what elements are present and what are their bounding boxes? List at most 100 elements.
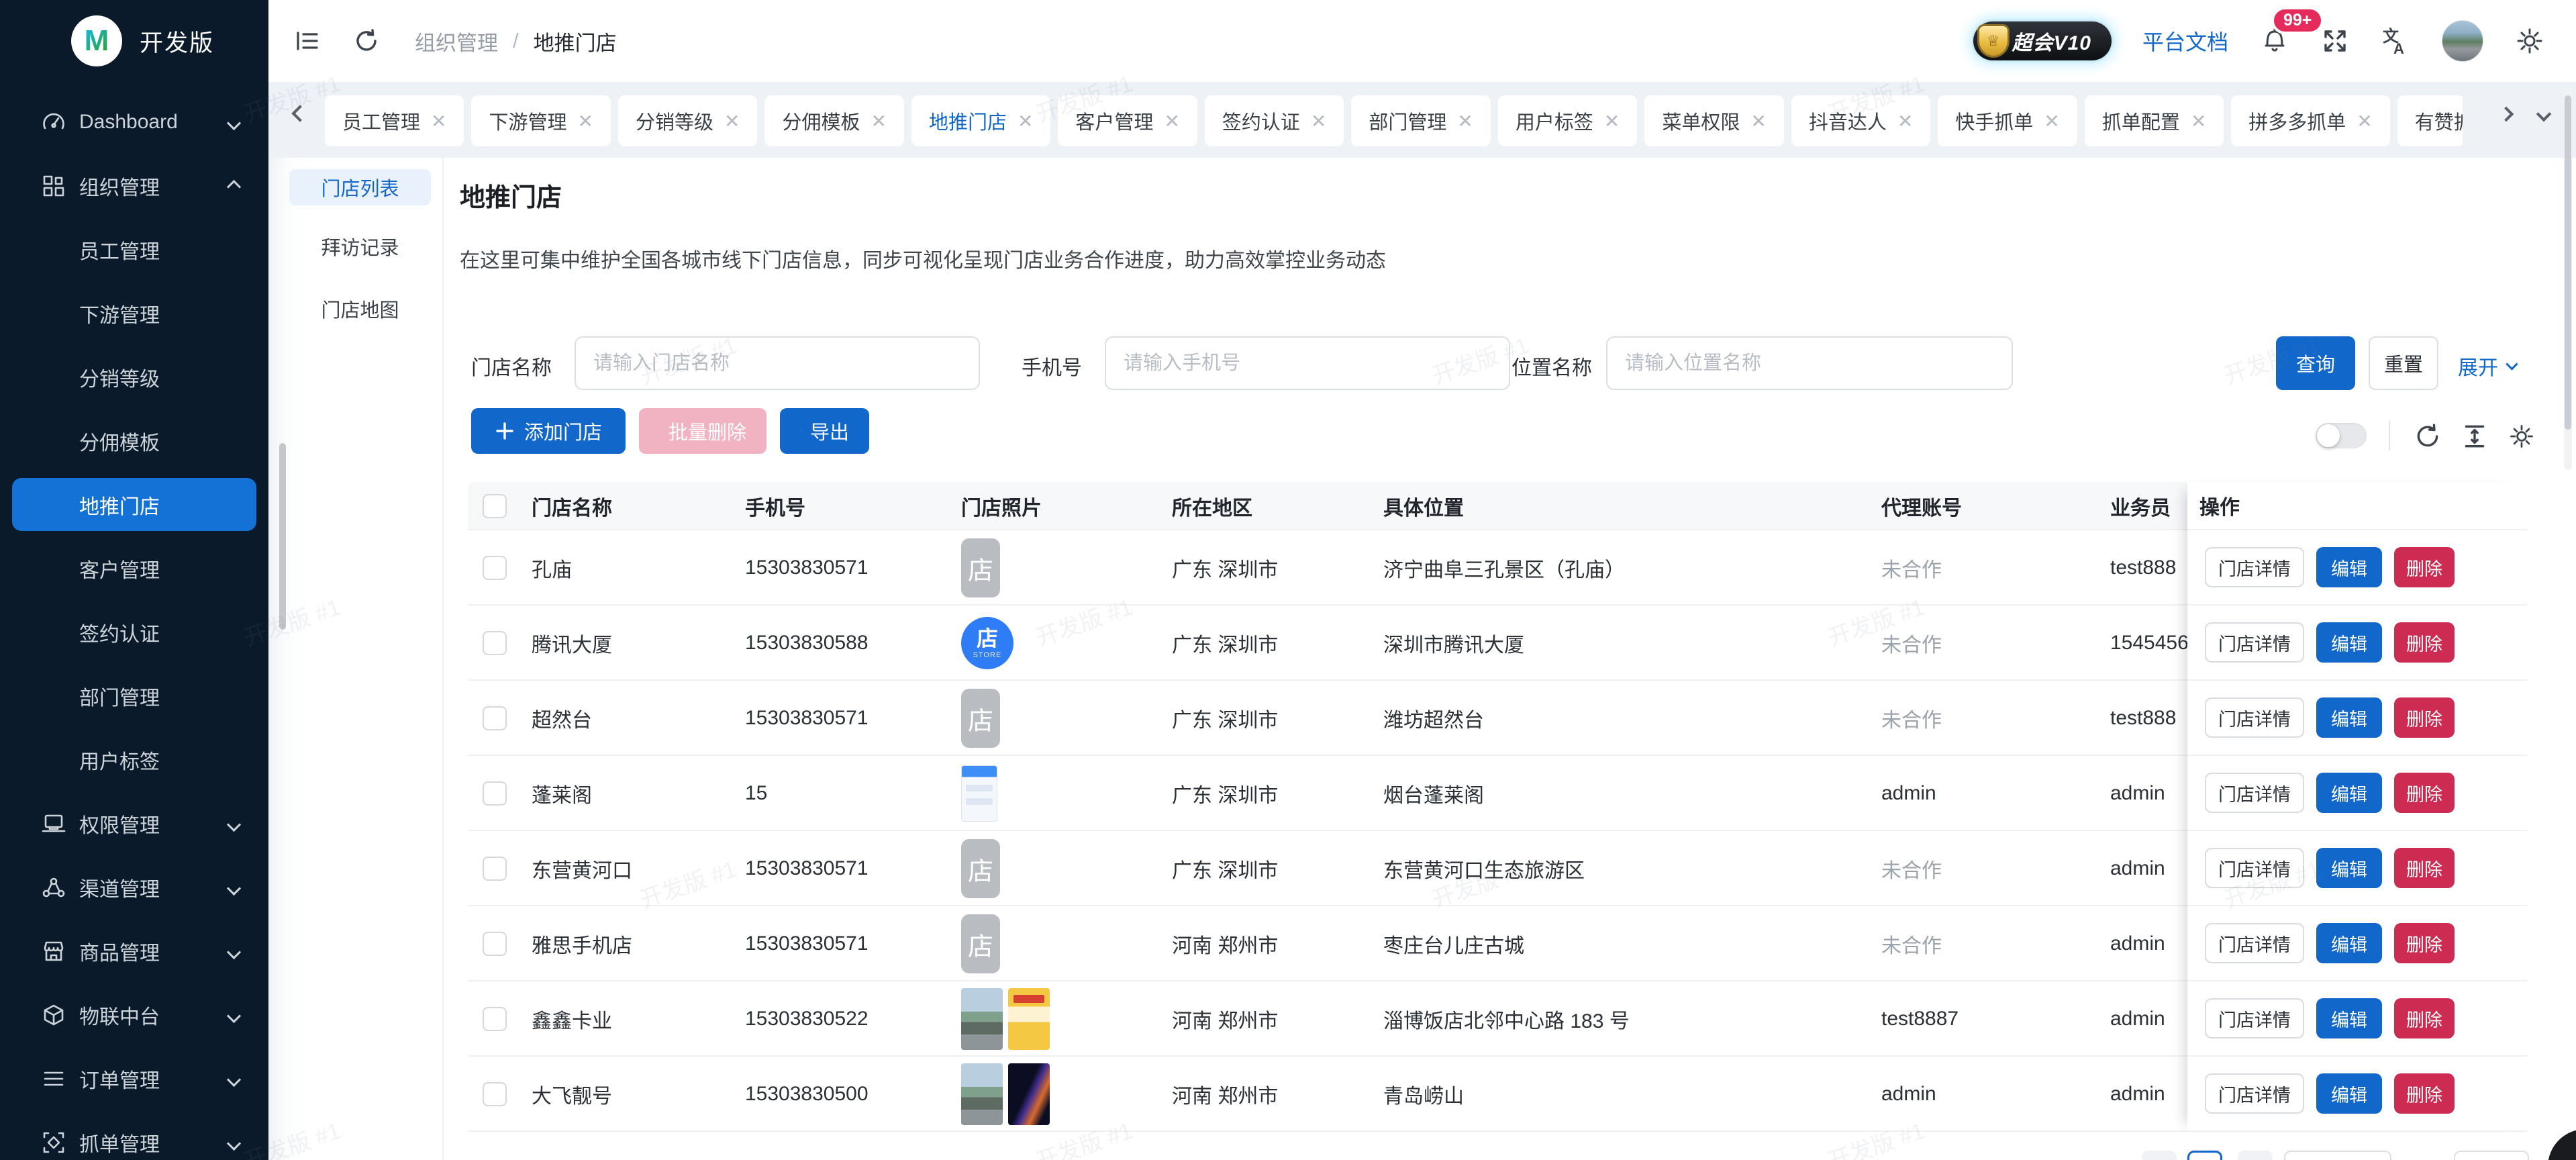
- location-name-input[interactable]: [1606, 336, 2013, 390]
- tab-有赞抓[interactable]: 有赞抓: [2397, 95, 2463, 146]
- sidebar-item-客户管理[interactable]: 客户管理: [0, 536, 268, 600]
- fullscreen-icon[interactable]: [2321, 27, 2349, 55]
- edit-button[interactable]: 编辑: [2316, 622, 2382, 663]
- tab-部门管理[interactable]: 部门管理✕: [1351, 95, 1490, 146]
- tab-close-icon[interactable]: ✕: [1457, 110, 1473, 132]
- tab-抓单配置[interactable]: 抓单配置✕: [2085, 95, 2224, 146]
- sidebar-item-签约认证[interactable]: 签约认证: [0, 600, 268, 664]
- tab-地推门店[interactable]: 地推门店✕: [911, 95, 1050, 146]
- sidebar-item-员工管理[interactable]: 员工管理: [0, 218, 268, 281]
- row-checkbox[interactable]: [483, 606, 507, 681]
- tab-close-icon[interactable]: ✕: [578, 110, 593, 132]
- sidebar-item-抓单管理[interactable]: 抓单管理: [0, 1110, 268, 1160]
- row-checkbox[interactable]: [483, 530, 507, 606]
- sidebar-item-地推门店[interactable]: 地推门店: [0, 473, 268, 536]
- edit-button[interactable]: 编辑: [2316, 1073, 2382, 1114]
- sub-sidebar-scrollbar[interactable]: [279, 443, 286, 630]
- pagination-prev-button[interactable]: [2142, 1151, 2177, 1160]
- tabs-scroll-left-icon[interactable]: [294, 107, 306, 123]
- tabs-dropdown-icon[interactable]: [2538, 109, 2549, 123]
- pagination-page-size-select[interactable]: 10 条/页: [2284, 1151, 2391, 1160]
- row-checkbox[interactable]: [483, 831, 507, 906]
- row-checkbox[interactable]: [483, 756, 507, 831]
- pagination-page-1[interactable]: 1: [2187, 1151, 2222, 1160]
- delete-button[interactable]: 删除: [2394, 998, 2455, 1038]
- edit-button[interactable]: 编辑: [2316, 998, 2382, 1038]
- delete-button[interactable]: 删除: [2394, 1073, 2455, 1114]
- page-scrollbar[interactable]: [2564, 87, 2572, 470]
- tab-用户标签[interactable]: 用户标签✕: [1498, 95, 1637, 146]
- store-photo-road[interactable]: [961, 988, 1003, 1050]
- notification-bell[interactable]: 99+: [2259, 24, 2290, 58]
- row-checkbox[interactable]: [483, 1057, 507, 1132]
- tab-close-icon[interactable]: ✕: [2357, 110, 2372, 132]
- sidebar-item-下游管理[interactable]: 下游管理: [0, 281, 268, 345]
- sidebar-item-组织管理[interactable]: 组织管理: [0, 154, 268, 218]
- submenu-item-拜访记录[interactable]: 拜访记录: [289, 228, 431, 264]
- search-button[interactable]: 查询: [2276, 336, 2355, 390]
- delete-button[interactable]: 删除: [2394, 697, 2455, 738]
- sidebar-item-Dashboard[interactable]: Dashboard: [0, 90, 268, 154]
- tab-菜单权限[interactable]: 菜单权限✕: [1644, 95, 1783, 146]
- select-all-checkbox[interactable]: [483, 482, 507, 530]
- row-height-icon[interactable]: [2461, 422, 2489, 454]
- sidebar-item-用户标签[interactable]: 用户标签: [0, 728, 268, 791]
- menu-fold-icon[interactable]: [294, 28, 321, 54]
- tab-分佣模板[interactable]: 分佣模板✕: [764, 95, 903, 146]
- table-refresh-icon[interactable]: [2414, 422, 2442, 454]
- edit-button[interactable]: 编辑: [2316, 773, 2382, 813]
- pagination-jump-input[interactable]: [2454, 1151, 2529, 1160]
- store-photo-flyer[interactable]: [1008, 988, 1050, 1050]
- store-name-input[interactable]: [575, 336, 980, 390]
- tab-close-icon[interactable]: ✕: [724, 110, 740, 132]
- logo[interactable]: M 开发版: [0, 0, 268, 82]
- delete-button[interactable]: 删除: [2394, 773, 2455, 813]
- tab-close-icon[interactable]: ✕: [871, 110, 886, 132]
- tab-close-icon[interactable]: ✕: [1604, 110, 1620, 132]
- row-checkbox[interactable]: [483, 906, 507, 981]
- tab-拼多多抓单[interactable]: 拼多多抓单✕: [2231, 95, 2389, 146]
- tab-客户管理[interactable]: 客户管理✕: [1058, 95, 1197, 146]
- tab-分销等级[interactable]: 分销等级✕: [618, 95, 757, 146]
- sidebar-item-渠道管理[interactable]: 渠道管理: [0, 855, 268, 919]
- store-detail-button[interactable]: 门店详情: [2205, 1073, 2304, 1114]
- sidebar-item-订单管理[interactable]: 订单管理: [0, 1047, 268, 1110]
- tab-close-icon[interactable]: ✕: [2191, 110, 2206, 132]
- tab-close-icon[interactable]: ✕: [1311, 110, 1326, 132]
- store-detail-button[interactable]: 门店详情: [2205, 773, 2304, 813]
- store-detail-button[interactable]: 门店详情: [2205, 622, 2304, 663]
- store-detail-button[interactable]: 门店详情: [2205, 998, 2304, 1038]
- translate-icon[interactable]: 文A: [2380, 26, 2411, 56]
- column-settings-icon[interactable]: [2508, 422, 2536, 454]
- sidebar-item-权限管理[interactable]: 权限管理: [0, 791, 268, 855]
- delete-button[interactable]: 删除: [2394, 923, 2455, 963]
- delete-button[interactable]: 删除: [2394, 547, 2455, 587]
- store-photo-screenshot[interactable]: [961, 765, 997, 822]
- tabs-scroll-right-icon[interactable]: [2501, 109, 2512, 123]
- batch-delete-button[interactable]: 批量删除: [639, 408, 766, 454]
- edit-button[interactable]: 编辑: [2316, 697, 2382, 738]
- store-detail-button[interactable]: 门店详情: [2205, 547, 2304, 587]
- refresh-icon[interactable]: [353, 28, 380, 54]
- store-detail-button[interactable]: 门店详情: [2205, 923, 2304, 963]
- delete-button[interactable]: 删除: [2394, 622, 2455, 663]
- sidebar-item-部门管理[interactable]: 部门管理: [0, 664, 268, 728]
- delete-button[interactable]: 删除: [2394, 848, 2455, 888]
- edit-button[interactable]: 编辑: [2316, 848, 2382, 888]
- vip-badge[interactable]: ♕ 超会V10: [1973, 21, 2112, 60]
- store-detail-button[interactable]: 门店详情: [2205, 697, 2304, 738]
- density-toggle[interactable]: [2316, 423, 2367, 448]
- tab-抖音达人[interactable]: 抖音达人✕: [1791, 95, 1930, 146]
- sidebar-item-物联中台[interactable]: 物联中台: [0, 983, 268, 1047]
- phone-input[interactable]: [1105, 336, 1510, 390]
- row-checkbox[interactable]: [483, 681, 507, 756]
- tab-close-icon[interactable]: ✕: [431, 110, 446, 132]
- settings-gear-icon[interactable]: [2514, 26, 2545, 56]
- tab-close-icon[interactable]: ✕: [1018, 110, 1033, 132]
- reset-button[interactable]: 重置: [2369, 336, 2438, 390]
- row-checkbox[interactable]: [483, 981, 507, 1057]
- expand-link[interactable]: 展开: [2458, 351, 2516, 381]
- sidebar-item-分销等级[interactable]: 分销等级: [0, 345, 268, 409]
- edit-button[interactable]: 编辑: [2316, 923, 2382, 963]
- submenu-item-门店地图[interactable]: 门店地图: [289, 291, 431, 327]
